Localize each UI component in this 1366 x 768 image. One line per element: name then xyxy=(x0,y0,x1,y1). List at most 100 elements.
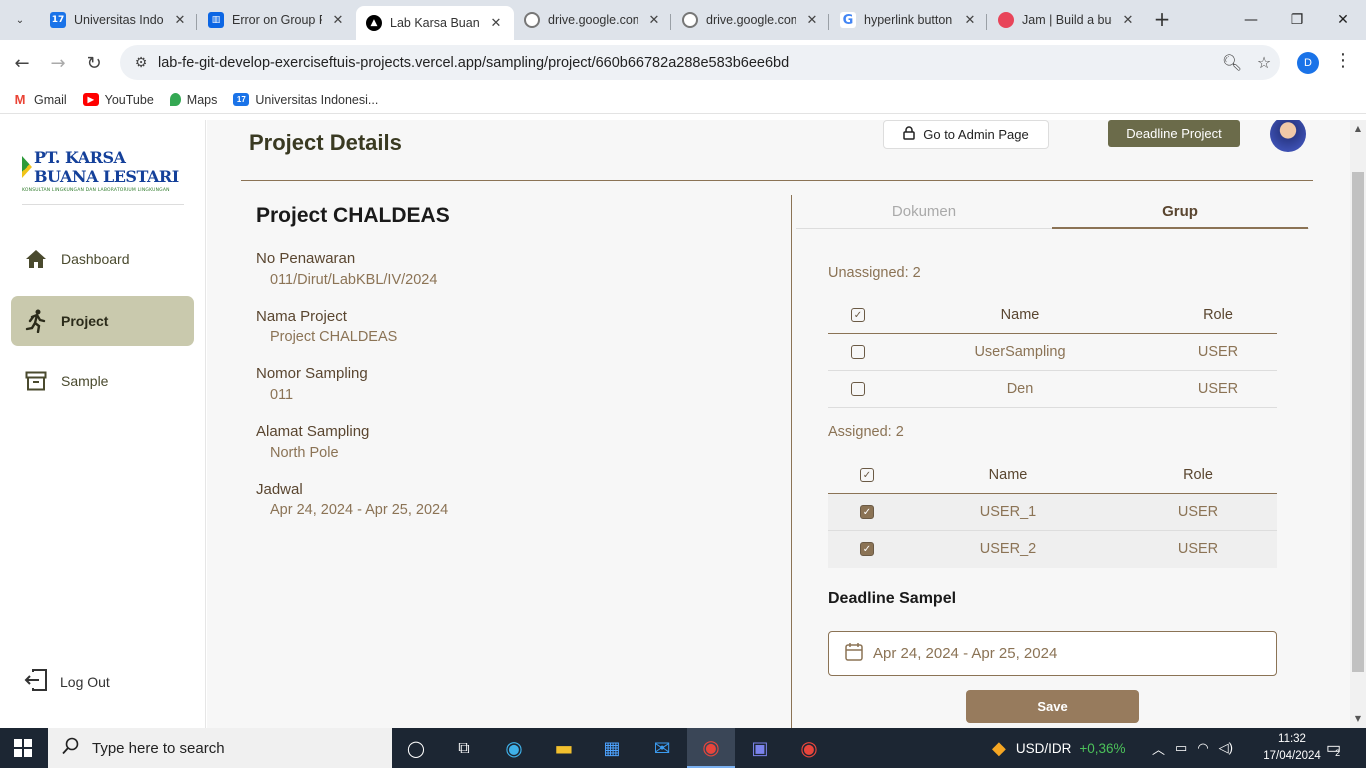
cortana-icon[interactable]: ◯ xyxy=(392,734,440,762)
tab-search-dropdown-icon[interactable]: ⌄ xyxy=(8,8,32,32)
scrollbar-thumb[interactable] xyxy=(1352,172,1364,672)
more-menu-icon[interactable]: ⋮ xyxy=(1334,50,1352,71)
tab-dokumen[interactable]: Dokumen xyxy=(796,200,1052,229)
bookmark-youtube[interactable]: ▶ YouTube xyxy=(82,93,154,107)
project-name: Project CHALDEAS xyxy=(256,204,450,227)
sidebar-item-project[interactable]: Project xyxy=(11,296,194,346)
tab-title: hyperlink button xyxy=(864,13,953,27)
new-tab-icon[interactable]: + xyxy=(1150,8,1174,32)
maps-icon xyxy=(169,93,181,106)
tab-title: drive.google.com xyxy=(548,13,638,27)
vercel-icon: ▲ xyxy=(366,15,382,31)
deadline-project-button[interactable]: Deadline Project xyxy=(1108,120,1240,147)
select-all-checkbox[interactable]: ✓ xyxy=(851,308,865,322)
browser-tab[interactable]: G hyperlink button ✕ xyxy=(830,6,988,34)
reload-icon[interactable]: ↻ xyxy=(81,50,107,76)
bookmark-star-icon[interactable]: ☆ xyxy=(1248,53,1280,72)
browser-tab[interactable]: Jam | Build a bug ✕ xyxy=(988,6,1146,34)
bookmark-maps[interactable]: Maps xyxy=(169,92,218,107)
task-view-icon[interactable]: ⧉ xyxy=(440,734,488,762)
sidebar-item-sample[interactable]: Sample xyxy=(11,356,194,406)
ticker-change: +0,36% xyxy=(1079,740,1126,756)
windows-start-icon[interactable] xyxy=(14,739,32,757)
scroll-up-icon[interactable]: ▲ xyxy=(1352,124,1364,136)
field-label-alamat-sampling: Alamat Sampling xyxy=(256,423,370,440)
taskbar-clock[interactable]: 11:32 17/04/2024 xyxy=(1260,731,1324,765)
logo-text: PT. KARSA BUANA LESTARI xyxy=(33,148,179,186)
close-icon[interactable]: ✕ xyxy=(962,13,978,28)
user-role: USER xyxy=(1177,504,1219,520)
chevron-up-icon[interactable]: ︿ xyxy=(1152,739,1165,758)
url-text[interactable]: lab-fe-git-develop-exerciseftuis-project… xyxy=(158,55,1216,71)
browser-tab[interactable]: drive.google.com ✕ xyxy=(514,6,672,34)
column-header-name: Name xyxy=(1000,307,1040,323)
tab-separator xyxy=(986,14,987,30)
close-icon[interactable]: ✕ xyxy=(172,13,188,28)
bookmark-label: Maps xyxy=(186,92,218,107)
zoom-icon[interactable]: 🔍︎ xyxy=(1216,53,1248,72)
date-range-picker[interactable]: Apr 24, 2024 - Apr 25, 2024 xyxy=(828,631,1277,676)
logout-button[interactable]: Log Out xyxy=(24,669,110,694)
minimize-icon[interactable]: — xyxy=(1228,0,1274,40)
taskbar-search[interactable]: Type here to search xyxy=(48,728,392,768)
tab-separator xyxy=(828,14,829,30)
bookmark-gmail[interactable]: M Gmail xyxy=(12,92,67,107)
browser-tab[interactable]: 17 Universitas Indonesia ✕ xyxy=(40,6,198,34)
edge-icon[interactable]: ◉ xyxy=(490,734,538,762)
field-value-no-penawaran: 011/Dirut/LabKBL/IV/2024 xyxy=(270,272,438,288)
sidebar-item-dashboard[interactable]: Dashboard xyxy=(11,234,194,284)
store-icon[interactable]: ▦ xyxy=(588,734,636,762)
sidebar-item-label: Dashboard xyxy=(61,251,130,267)
main-content: Project Details Go to Admin Page Deadlin… xyxy=(207,120,1350,728)
close-icon[interactable]: ✕ xyxy=(646,13,662,28)
user-role: USER xyxy=(1197,381,1239,397)
close-icon[interactable]: ✕ xyxy=(804,13,820,28)
row-checkbox[interactable] xyxy=(851,382,865,396)
browser-tab-active[interactable]: ▲ Lab Karsa Buana ✕ xyxy=(356,6,514,40)
company-logo: PT. KARSA BUANA LESTARI KONSULTAN LINGKU… xyxy=(22,148,184,193)
mail-icon[interactable]: ✉ xyxy=(638,734,686,762)
close-icon[interactable]: ✕ xyxy=(330,13,346,28)
volume-icon[interactable]: ◁) xyxy=(1219,740,1233,756)
stock-ticker-widget[interactable]: ◆ USD/IDR +0,36% xyxy=(992,728,1126,768)
running-person-icon xyxy=(25,309,47,333)
row-checkbox-checked[interactable]: ✓ xyxy=(860,542,874,556)
chrome-icon[interactable]: ◉ xyxy=(687,728,735,768)
user-avatar[interactable] xyxy=(1270,120,1306,152)
app-viewport: PT. KARSA BUANA LESTARI KONSULTAN LINGKU… xyxy=(0,120,1350,728)
table-header-row: ✓ Name Role xyxy=(828,297,1277,334)
close-icon[interactable]: ✕ xyxy=(488,16,504,31)
profile-avatar[interactable]: D xyxy=(1297,52,1319,74)
notification-icon[interactable]: ▭ 2 xyxy=(1326,728,1341,768)
select-all-checkbox[interactable]: ✓ xyxy=(860,468,874,482)
wifi-icon[interactable]: ◠ xyxy=(1197,740,1208,756)
calendar-icon xyxy=(845,642,863,665)
restore-icon[interactable]: ❐ xyxy=(1274,0,1320,40)
save-button[interactable]: Save xyxy=(966,690,1139,723)
forward-icon[interactable]: → xyxy=(45,50,71,76)
close-icon[interactable]: ✕ xyxy=(1120,13,1136,28)
field-label-jadwal: Jadwal xyxy=(256,481,303,498)
go-to-admin-button[interactable]: Go to Admin Page xyxy=(883,120,1049,149)
user-name: UserSampling xyxy=(974,344,1066,360)
scroll-down-icon[interactable]: ▼ xyxy=(1352,714,1364,726)
address-bar[interactable]: ⚙ lab-fe-git-develop-exerciseftuis-proje… xyxy=(120,45,1280,80)
site-settings-icon[interactable]: ⚙ xyxy=(124,55,158,71)
row-checkbox[interactable] xyxy=(851,345,865,359)
browser-tab[interactable]: drive.google.com ✕ xyxy=(672,6,830,34)
tab-separator xyxy=(196,14,197,30)
tab-grup[interactable]: Grup xyxy=(1052,200,1308,229)
file-explorer-icon[interactable]: ▬ xyxy=(540,734,588,762)
battery-icon[interactable]: ▭ xyxy=(1175,740,1187,756)
row-checkbox-checked[interactable]: ✓ xyxy=(860,505,874,519)
trello-icon: ▥ xyxy=(208,12,224,28)
sidebar-item-label: Project xyxy=(61,313,109,329)
back-icon[interactable]: ← xyxy=(9,50,35,76)
chrome-profile-icon[interactable]: ◉ xyxy=(785,734,833,762)
teams-icon[interactable]: ▣ xyxy=(736,734,784,762)
column-divider xyxy=(791,195,792,728)
bookmark-universitas[interactable]: 17 Universitas Indonesi... xyxy=(233,93,378,107)
browser-tab[interactable]: ▥ Error on Group F ✕ xyxy=(198,6,356,34)
window-close-icon[interactable]: ✕ xyxy=(1320,0,1366,40)
globe-icon xyxy=(682,12,698,28)
